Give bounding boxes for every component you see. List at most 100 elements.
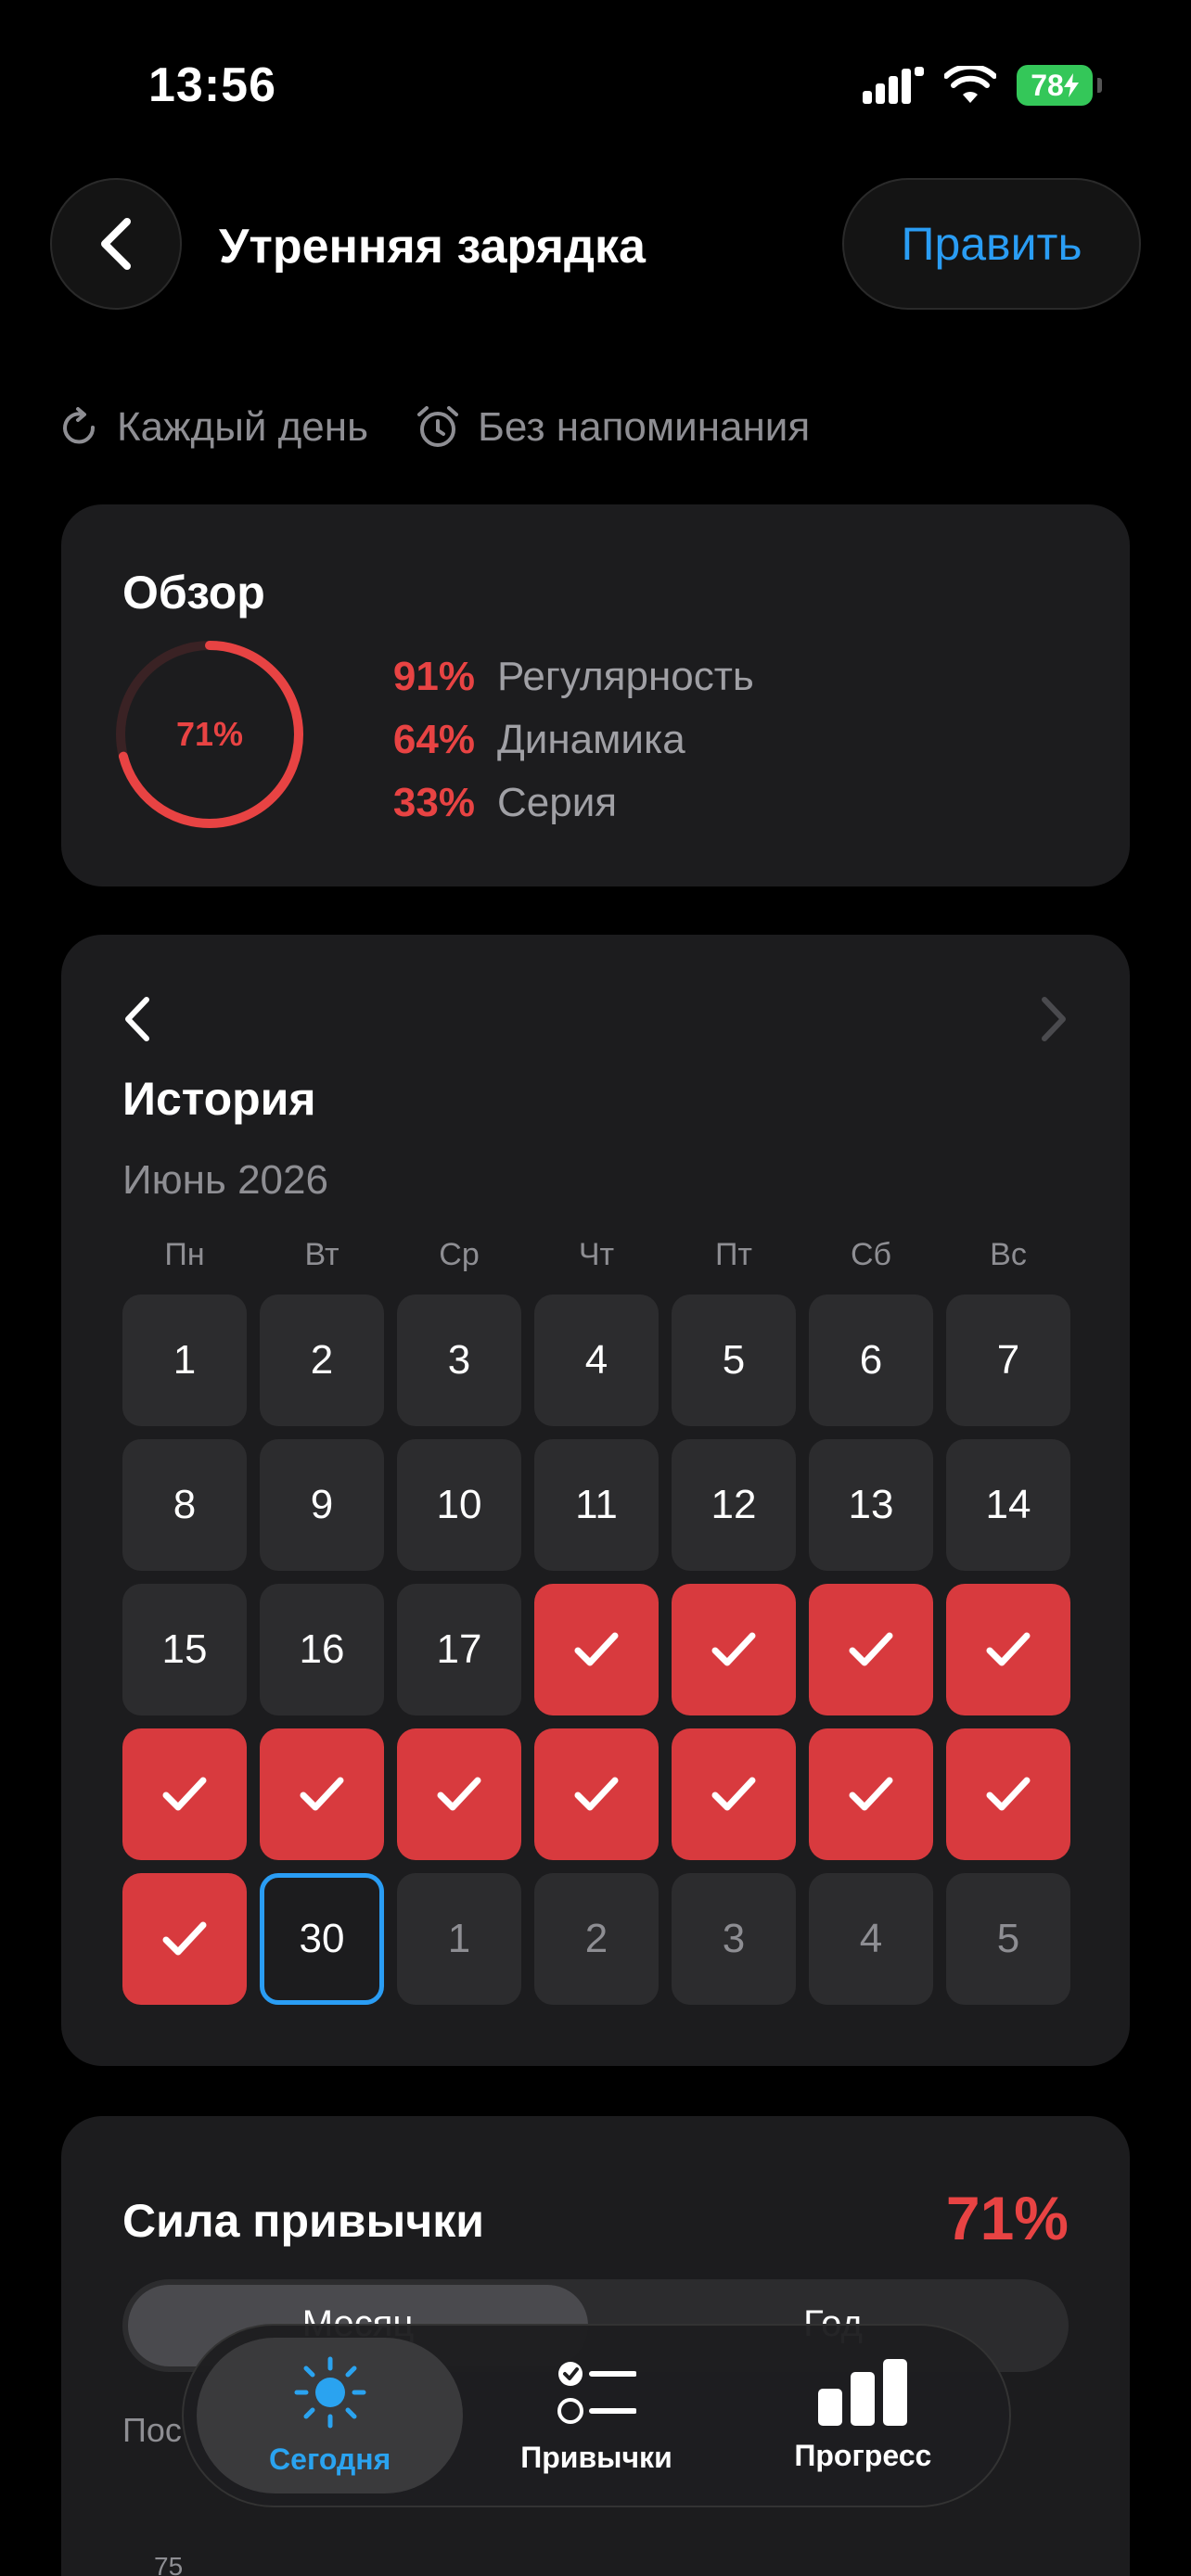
calendar-day-number: 30	[299, 1916, 345, 1961]
calendar-day[interactable]: 3	[672, 1873, 796, 2005]
strength-value: 71%	[945, 2184, 1069, 2252]
calendar-day-number: 13	[848, 1482, 894, 1527]
weekday-label: Пт	[714, 1237, 752, 1272]
reminder-info: Без напоминания	[415, 404, 810, 451]
calendar-day-completed[interactable]	[122, 1873, 247, 2005]
checkmark-icon	[574, 1632, 619, 1666]
alarm-clock-icon	[417, 406, 459, 447]
calendar-day-completed[interactable]	[946, 1728, 1070, 1860]
calendar-day[interactable]: 5	[672, 1294, 796, 1426]
overview-stats: 91% Регулярность 64% Динамика 33% Серия	[338, 645, 754, 835]
stat-label: Серия	[497, 780, 618, 825]
calendar-day[interactable]: 2	[534, 1873, 659, 2005]
sun-icon	[294, 2356, 366, 2428]
checkmark-icon	[437, 1777, 481, 1811]
calendar-day[interactable]: 6	[809, 1294, 933, 1426]
checkmark-icon	[711, 1777, 756, 1811]
calendar-day[interactable]: 2	[260, 1294, 384, 1426]
status-time: 13:56	[148, 58, 276, 112]
calendar-day[interactable]: 9	[260, 1439, 384, 1571]
checkmark-icon	[162, 1777, 207, 1811]
tab-today[interactable]: Сегодня	[197, 2338, 464, 2493]
calendar-day-number: 17	[436, 1626, 482, 1672]
weekday-label: Вс	[990, 1237, 1027, 1272]
calendar-day[interactable]: 5	[946, 1873, 1070, 2005]
previous-month-button[interactable]	[122, 996, 152, 1047]
calendar-day[interactable]: 7	[946, 1294, 1070, 1426]
overview-title: Обзор	[122, 567, 265, 618]
calendar-day-completed[interactable]	[672, 1728, 796, 1860]
reminder-label: Без напоминания	[478, 404, 811, 450]
stat-pct: 33%	[392, 780, 475, 825]
calendar-day-number: 4	[859, 1916, 883, 1961]
calendar-day[interactable]: 17	[397, 1584, 521, 1715]
calendar-day-completed[interactable]	[260, 1728, 384, 1860]
repeat-info: Каждый день	[58, 404, 368, 451]
history-month: Июнь 2026	[122, 1157, 328, 1203]
tab-progress[interactable]: Прогресс	[730, 2338, 996, 2493]
tab-habits[interactable]: Привычки	[463, 2338, 729, 2493]
calendar-day-number: 10	[436, 1482, 482, 1527]
calendar-day-completed[interactable]	[809, 1584, 933, 1715]
tab-label: Сегодня	[269, 2442, 391, 2476]
calendar-day[interactable]: 12	[672, 1439, 796, 1571]
checkmark-icon	[986, 1777, 1031, 1811]
calendar-day[interactable]: 1	[397, 1873, 521, 2005]
calendar-day-number: 9	[310, 1482, 334, 1527]
calendar-day-completed[interactable]	[672, 1584, 796, 1715]
calendar-day-number: 1	[173, 1337, 197, 1383]
calendar-day-completed[interactable]	[809, 1728, 933, 1860]
calendar-day-number: 4	[584, 1337, 608, 1383]
checkmark-icon	[849, 1632, 893, 1666]
calendar-day[interactable]: 10	[397, 1439, 521, 1571]
calendar-day[interactable]: 11	[534, 1439, 659, 1571]
calendar-grid: 1 2 3 4 5 6 7 8 9 10 11 12 13 14 15 16 17 30 1 2 3 4 5	[122, 1294, 1070, 2005]
history-title: История	[122, 1073, 316, 1125]
calendar-day-completed[interactable]	[946, 1584, 1070, 1715]
repeat-icon	[63, 407, 96, 444]
checklist-icon	[557, 2361, 636, 2424]
weekday-label: Вт	[304, 1237, 339, 1272]
stat-pct: 91%	[392, 654, 475, 699]
strength-subtitle: Пос	[122, 2411, 182, 2449]
calendar-day[interactable]: 4	[809, 1873, 933, 2005]
chart-tick-label: 75	[154, 2552, 184, 2576]
battery-level: 78	[1031, 68, 1064, 102]
overview-card: Обзор 71% 91% Регулярность 64% Динамика …	[61, 504, 1130, 886]
bar-chart-icon	[818, 2358, 908, 2426]
back-button[interactable]	[50, 178, 182, 310]
calendar-day[interactable]: 8	[122, 1439, 247, 1571]
stat-regularity: 91% Регулярность	[338, 645, 754, 708]
edit-button[interactable]: Править	[842, 178, 1141, 310]
status-icons: 78	[863, 65, 1102, 106]
checkmark-icon	[300, 1777, 344, 1811]
weekday-label: Пн	[164, 1237, 205, 1272]
calendar-day[interactable]: 4	[534, 1294, 659, 1426]
calendar-day-number: 2	[310, 1337, 334, 1383]
stat-dynamics: 64% Динамика	[338, 708, 754, 772]
checkmark-icon	[849, 1777, 893, 1811]
charging-bolt-icon	[1063, 73, 1079, 97]
calendar-day-completed[interactable]	[534, 1584, 659, 1715]
weekday-header: Пн Вт Ср Чт Пт Сб Вс	[122, 1237, 1069, 1273]
calendar-day[interactable]: 14	[946, 1439, 1070, 1571]
chevron-left-icon	[125, 997, 149, 1041]
calendar-day-number: 7	[996, 1337, 1020, 1383]
calendar-day-number: 5	[722, 1337, 746, 1383]
stat-streak: 33% Серия	[338, 772, 754, 835]
tab-label: Прогресс	[794, 2438, 932, 2472]
calendar-day-number: 16	[299, 1626, 345, 1672]
calendar-day[interactable]: 13	[809, 1439, 933, 1571]
calendar-day-number: 1	[447, 1916, 471, 1961]
calendar-day[interactable]: 1	[122, 1294, 247, 1426]
calendar-day[interactable]: 3	[397, 1294, 521, 1426]
calendar-day-completed[interactable]	[122, 1728, 247, 1860]
calendar-day-completed[interactable]	[534, 1728, 659, 1860]
calendar-day[interactable]: 16	[260, 1584, 384, 1715]
calendar-day-today[interactable]: 30	[260, 1873, 384, 2005]
calendar-day-completed[interactable]	[397, 1728, 521, 1860]
calendar-day[interactable]: 15	[122, 1584, 247, 1715]
checkmark-icon	[986, 1632, 1031, 1666]
calendar-day-number: 2	[584, 1916, 608, 1961]
next-month-button[interactable]	[1039, 996, 1069, 1047]
